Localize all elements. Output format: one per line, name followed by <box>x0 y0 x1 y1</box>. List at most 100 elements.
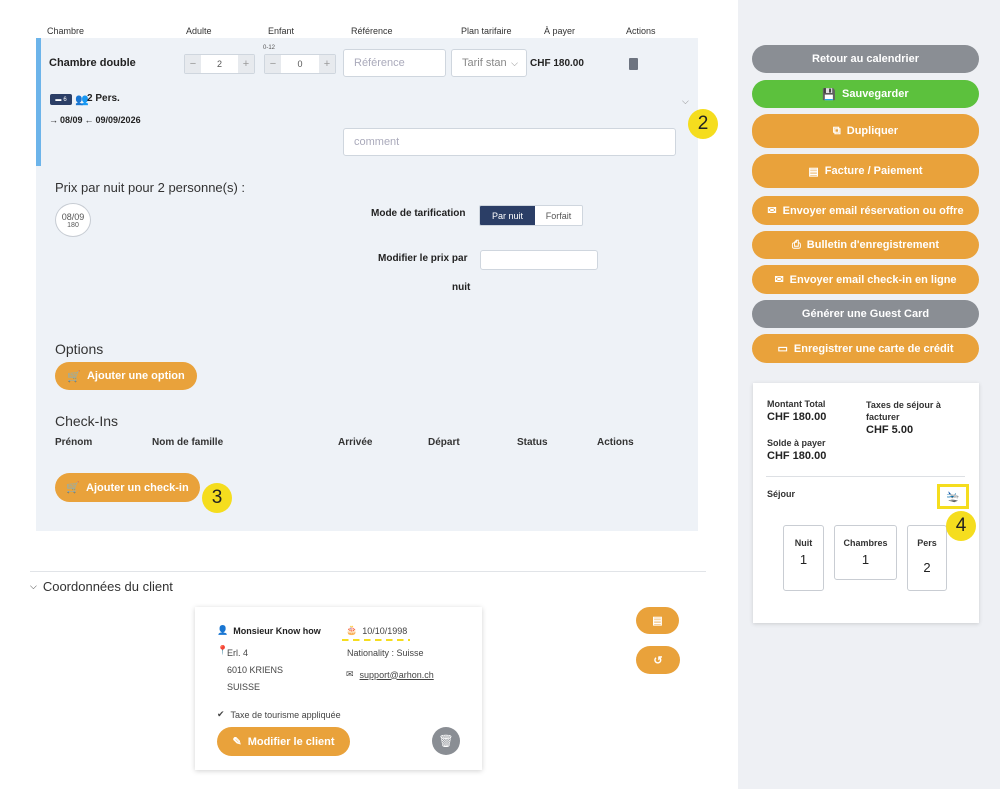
back-to-calendar-label: Retour au calendrier <box>812 53 919 65</box>
bed-icon: ▬ <box>55 96 62 103</box>
delete-client-button[interactable]: 🗑 <box>432 727 460 755</box>
history-button[interactable]: ↺ <box>636 646 680 674</box>
stat-rooms-label: Chambres <box>843 538 888 548</box>
document-button[interactable]: ▤ <box>636 607 679 634</box>
duplicate-button[interactable]: ⧉ Dupliquer <box>752 114 979 148</box>
client-name-row: 👤 Monsieur Know how <box>217 625 321 636</box>
room-card <box>36 38 698 531</box>
back-to-calendar-button[interactable]: Retour au calendrier <box>752 45 979 73</box>
bed-count: 6 <box>63 96 67 103</box>
cart-icon: 🛒 <box>66 482 80 494</box>
checkin-header-arrivee: Arrivée <box>338 437 373 448</box>
save-credit-card-button[interactable]: ▭ Enregistrer une carte de crédit <box>752 334 979 363</box>
checkin-header-prenom: Prénom <box>55 437 93 448</box>
send-checkin-email-label: Envoyer email check-in en ligne <box>789 273 957 286</box>
header-a-payer: À payer <box>544 26 576 36</box>
mode-forfait[interactable]: Forfait <box>535 206 582 225</box>
stat-rooms-value: 1 <box>861 552 870 567</box>
checkin-header-nom: Nom de famille <box>152 437 224 448</box>
header-enfant: Enfant <box>268 26 295 36</box>
room-accent-bar <box>36 38 41 166</box>
stat-nights-label: Nuit <box>794 538 813 548</box>
chevron-down-icon: ⌵ <box>30 581 37 591</box>
adults-stepper[interactable]: − 2 + <box>184 54 255 74</box>
arrow-left-icon: ← <box>84 115 94 125</box>
checkin-header-depart: Départ <box>428 437 460 448</box>
rate-plan-select[interactable]: Tarif stan ⌵ <box>451 49 527 77</box>
invoice-payment-button[interactable]: ▤ Facture / Paiement <box>752 154 979 188</box>
edit-client-label: Modifier le client <box>247 735 335 748</box>
pricing-mode-label: Mode de tarification <box>371 208 466 219</box>
cart-icon: 🛒 <box>67 370 81 383</box>
stat-rooms: Chambres 1 <box>834 525 897 580</box>
minus-icon[interactable]: − <box>185 55 201 73</box>
night-date: 08/09 <box>61 211 85 222</box>
landing-plane-icon[interactable]: 🛬 <box>937 484 969 509</box>
expand-chevron-icon[interactable]: ⌵ <box>682 96 689 107</box>
tax-row: ✔ Taxe de tourisme appliquée <box>217 709 341 720</box>
plus-icon[interactable]: + <box>319 55 335 73</box>
envelope-icon: ✉ <box>346 669 354 679</box>
client-email[interactable]: support@arhon.ch <box>360 670 434 680</box>
check-circle-icon: ✔ <box>217 709 225 719</box>
minus-icon[interactable]: − <box>265 55 281 73</box>
total-value: CHF 180.00 <box>767 411 827 423</box>
registration-form-button[interactable]: ⎙ Bulletin d'enregistrement <box>752 231 979 259</box>
edit-icon: ✎ <box>232 736 242 748</box>
pricing-mode-toggle[interactable]: Par nuit Forfait <box>479 205 583 226</box>
reference-input[interactable]: Référence <box>343 49 446 77</box>
client-section-header[interactable]: ⌵ Coordonnées du client <box>30 579 173 594</box>
tax-label: Taxe de tourisme appliquée <box>230 709 341 720</box>
checkins-title: Check-Ins <box>55 413 119 429</box>
adults-value[interactable]: 2 <box>201 55 238 73</box>
send-checkin-email-button[interactable]: ✉ Envoyer email check-in en ligne <box>752 265 979 294</box>
send-reservation-email-button[interactable]: ✉ Envoyer email réservation ou offre <box>752 196 979 225</box>
marker-3: 3 <box>202 483 232 513</box>
add-checkin-button[interactable]: 🛒 Ajouter un check-in <box>55 473 200 502</box>
generate-guest-card-button[interactable]: Générer une Guest Card <box>752 300 979 328</box>
client-section-title: Coordonnées du client <box>42 579 173 594</box>
envelope-icon: ✉ <box>774 274 784 286</box>
send-reservation-email-label: Envoyer email réservation ou offre <box>782 204 964 217</box>
comment-input[interactable]: comment <box>343 128 676 156</box>
chevron-down-icon: ⌵ <box>511 57 518 68</box>
duplicate-label: Dupliquer <box>846 125 899 137</box>
children-value[interactable]: 0 <box>281 55 319 73</box>
add-option-button[interactable]: 🛒 Ajouter une option <box>55 362 197 390</box>
edit-client-button[interactable]: ✎ Modifier le client <box>217 727 350 756</box>
trash-icon: 🗑 <box>438 734 454 748</box>
arrow-right-icon: → <box>49 115 58 125</box>
cake-icon: 🎂 <box>346 625 358 635</box>
plus-icon[interactable]: + <box>238 55 254 73</box>
header-adulte: Adulte <box>186 26 212 36</box>
stat-persons-label: Pers <box>917 538 937 548</box>
add-option-label: Ajouter une option <box>86 370 185 382</box>
save-icon: 💾 <box>822 88 837 101</box>
night-price-chip[interactable]: 08/09 180 <box>55 203 91 237</box>
stat-persons: Pers 2 <box>907 525 947 591</box>
marker-4: 4 <box>946 511 976 541</box>
modify-price-input[interactable] <box>480 250 598 270</box>
children-age-label: 0-12 <box>263 45 276 51</box>
rate-plan-value: Tarif stan <box>462 57 507 69</box>
credit-card-icon: ▭ <box>777 343 788 355</box>
children-stepper[interactable]: − 0 + <box>264 54 336 74</box>
night-price: 180 <box>67 221 79 229</box>
stat-persons-value: 2 <box>923 560 931 575</box>
tax-stay-value: CHF 5.00 <box>866 424 914 436</box>
bed-badge: ▬ 6 <box>50 94 72 105</box>
client-nationality: Nationality : Suisse <box>347 648 424 658</box>
birthdate-row: 🎂 10/10/1998 <box>346 625 407 636</box>
client-address-2: 6010 KRIENS <box>227 665 284 675</box>
summary-divider <box>766 476 965 477</box>
stay-label: Séjour <box>767 489 796 499</box>
save-credit-card-label: Enregistrer une carte de crédit <box>793 342 954 355</box>
mode-per-night[interactable]: Par nuit <box>480 206 535 225</box>
highlight-dashes <box>342 639 410 641</box>
checkin-header-actions: Actions <box>597 437 634 448</box>
save-button[interactable]: 💾 Sauvegarder <box>752 80 979 108</box>
balance-value: CHF 180.00 <box>767 450 827 462</box>
email-row[interactable]: ✉ support@arhon.ch <box>346 669 434 680</box>
invoice-icon[interactable] <box>629 58 638 70</box>
persons-count: 2 Pers. <box>87 93 120 104</box>
